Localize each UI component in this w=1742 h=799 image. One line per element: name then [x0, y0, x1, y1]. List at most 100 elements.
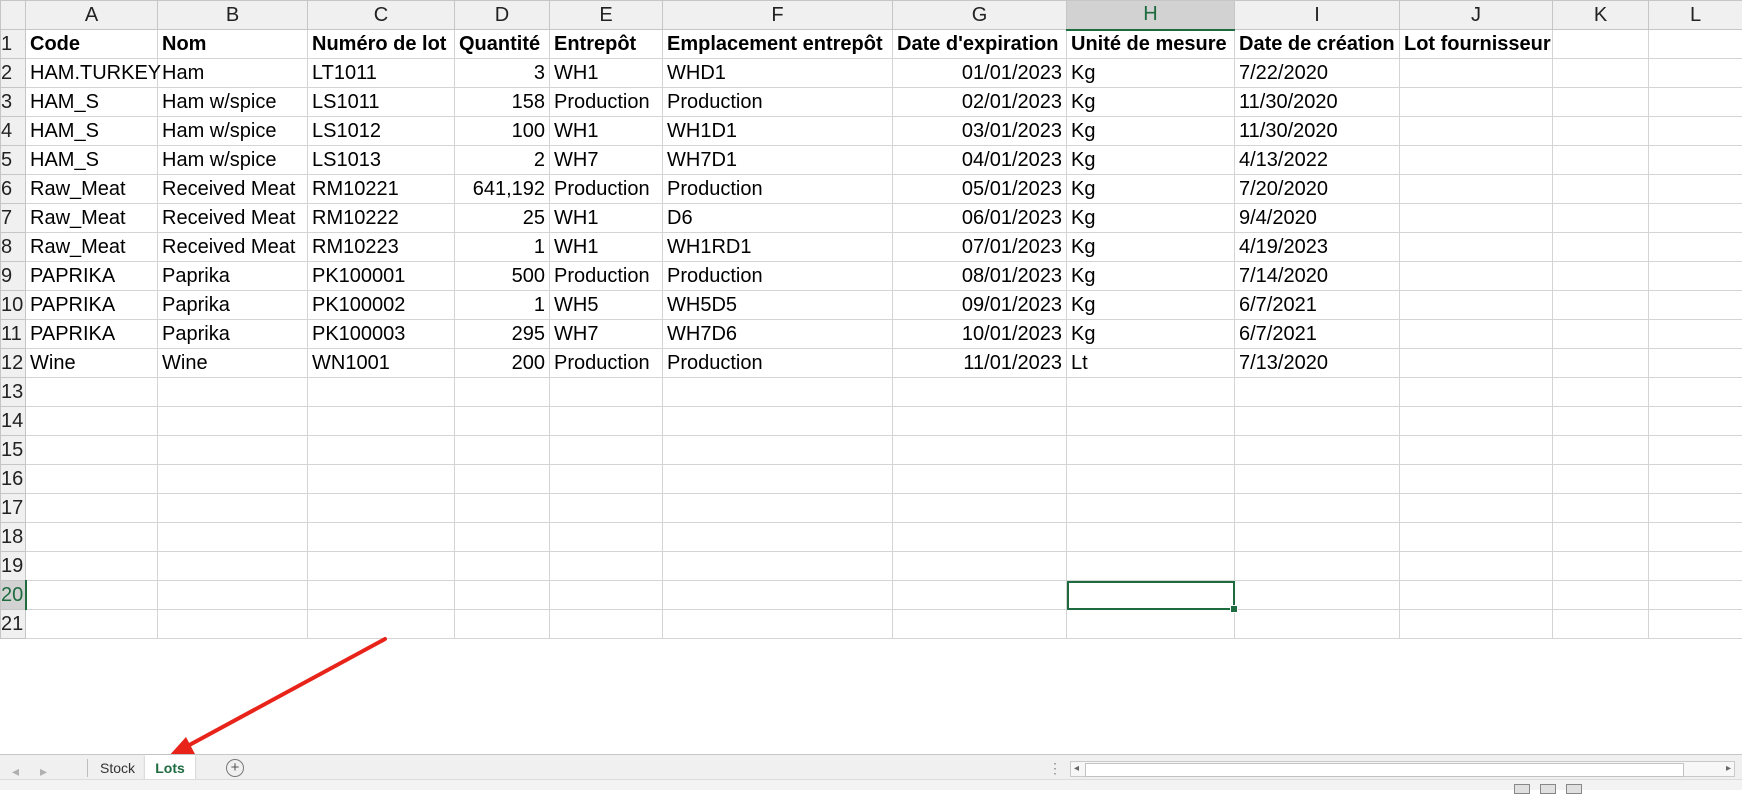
- page-layout-view-icon[interactable]: [1540, 784, 1556, 794]
- cell-f14[interactable]: [663, 407, 893, 436]
- cell-d11[interactable]: 295: [455, 320, 550, 349]
- cell-j14[interactable]: [1400, 407, 1553, 436]
- cell-j3[interactable]: [1400, 88, 1553, 117]
- cell-b8[interactable]: Received Meat: [158, 233, 308, 262]
- cell-k20[interactable]: [1553, 581, 1649, 610]
- caret-left-icon[interactable]: ◂: [12, 763, 19, 780]
- column-header-f[interactable]: F: [663, 1, 893, 30]
- cell-a2[interactable]: HAM.TURKEY: [26, 59, 158, 88]
- cell-d20[interactable]: [455, 581, 550, 610]
- cell-l14[interactable]: [1649, 407, 1742, 436]
- cell-j5[interactable]: [1400, 146, 1553, 175]
- cell-c21[interactable]: [308, 610, 455, 639]
- cell-h8[interactable]: Kg: [1067, 233, 1235, 262]
- cell-j11[interactable]: [1400, 320, 1553, 349]
- cell-b9[interactable]: Paprika: [158, 262, 308, 291]
- cell-a20[interactable]: [26, 581, 158, 610]
- cell-a4[interactable]: HAM_S: [26, 117, 158, 146]
- cell-b12[interactable]: Wine: [158, 349, 308, 378]
- cell-g7[interactable]: 06/01/2023: [893, 204, 1067, 233]
- cell-g3[interactable]: 02/01/2023: [893, 88, 1067, 117]
- cell-i8[interactable]: 4/19/2023: [1235, 233, 1400, 262]
- cell-b11[interactable]: Paprika: [158, 320, 308, 349]
- cell-j6[interactable]: [1400, 175, 1553, 204]
- cell-h1[interactable]: Unité de mesure: [1067, 30, 1235, 59]
- cell-b20[interactable]: [158, 581, 308, 610]
- cell-c5[interactable]: LS1013: [308, 146, 455, 175]
- cell-f21[interactable]: [663, 610, 893, 639]
- cell-d13[interactable]: [455, 378, 550, 407]
- cell-b17[interactable]: [158, 494, 308, 523]
- cell-a14[interactable]: [26, 407, 158, 436]
- cell-l4[interactable]: [1649, 117, 1742, 146]
- row-header[interactable]: 2: [1, 59, 26, 88]
- column-header-c[interactable]: C: [308, 1, 455, 30]
- cell-g4[interactable]: 03/01/2023: [893, 117, 1067, 146]
- cell-i1[interactable]: Date de création: [1235, 30, 1400, 59]
- column-header-a[interactable]: A: [26, 1, 158, 30]
- cell-j4[interactable]: [1400, 117, 1553, 146]
- cell-i20[interactable]: [1235, 581, 1400, 610]
- cell-g9[interactable]: 08/01/2023: [893, 262, 1067, 291]
- cell-d15[interactable]: [455, 436, 550, 465]
- cell-h6[interactable]: Kg: [1067, 175, 1235, 204]
- cell-f10[interactable]: WH5D5: [663, 291, 893, 320]
- cell-k18[interactable]: [1553, 523, 1649, 552]
- cell-c15[interactable]: [308, 436, 455, 465]
- scroll-right-icon[interactable]: ▸: [1726, 762, 1731, 776]
- cell-d2[interactable]: 3: [455, 59, 550, 88]
- row-header[interactable]: 8: [1, 233, 26, 262]
- cell-l18[interactable]: [1649, 523, 1742, 552]
- cell-e12[interactable]: Production: [550, 349, 663, 378]
- cell-j7[interactable]: [1400, 204, 1553, 233]
- cell-l19[interactable]: [1649, 552, 1742, 581]
- cell-d9[interactable]: 500: [455, 262, 550, 291]
- cell-e15[interactable]: [550, 436, 663, 465]
- cell-c18[interactable]: [308, 523, 455, 552]
- select-all-corner[interactable]: [1, 1, 26, 30]
- page-break-view-icon[interactable]: [1566, 784, 1582, 794]
- cell-e16[interactable]: [550, 465, 663, 494]
- cell-i17[interactable]: [1235, 494, 1400, 523]
- cell-b21[interactable]: [158, 610, 308, 639]
- cell-b14[interactable]: [158, 407, 308, 436]
- scrollbar-thumb[interactable]: [1085, 763, 1684, 777]
- cell-d6[interactable]: 641,192: [455, 175, 550, 204]
- row-header[interactable]: 15: [1, 436, 26, 465]
- cell-b19[interactable]: [158, 552, 308, 581]
- cell-g13[interactable]: [893, 378, 1067, 407]
- cell-h5[interactable]: Kg: [1067, 146, 1235, 175]
- cell-d1[interactable]: Quantité: [455, 30, 550, 59]
- cell-a10[interactable]: PAPRIKA: [26, 291, 158, 320]
- cell-i9[interactable]: 7/14/2020: [1235, 262, 1400, 291]
- cell-e19[interactable]: [550, 552, 663, 581]
- cell-b13[interactable]: [158, 378, 308, 407]
- column-header-g[interactable]: G: [893, 1, 1067, 30]
- cell-h19[interactable]: [1067, 552, 1235, 581]
- cell-i21[interactable]: [1235, 610, 1400, 639]
- plus-circle-icon[interactable]: +: [226, 759, 244, 777]
- cell-l7[interactable]: [1649, 204, 1742, 233]
- cell-k1[interactable]: [1553, 30, 1649, 59]
- cell-d4[interactable]: 100: [455, 117, 550, 146]
- cell-b5[interactable]: Ham w/spice: [158, 146, 308, 175]
- cell-h7[interactable]: Kg: [1067, 204, 1235, 233]
- cell-a18[interactable]: [26, 523, 158, 552]
- cell-b4[interactable]: Ham w/spice: [158, 117, 308, 146]
- cell-c20[interactable]: [308, 581, 455, 610]
- cell-e8[interactable]: WH1: [550, 233, 663, 262]
- cell-l12[interactable]: [1649, 349, 1742, 378]
- cell-l21[interactable]: [1649, 610, 1742, 639]
- cell-h16[interactable]: [1067, 465, 1235, 494]
- cell-b16[interactable]: [158, 465, 308, 494]
- cell-c7[interactable]: RM10222: [308, 204, 455, 233]
- cell-g12[interactable]: 11/01/2023: [893, 349, 1067, 378]
- cell-j12[interactable]: [1400, 349, 1553, 378]
- row-header[interactable]: 6: [1, 175, 26, 204]
- cell-l20[interactable]: [1649, 581, 1742, 610]
- cell-g6[interactable]: 05/01/2023: [893, 175, 1067, 204]
- cell-k17[interactable]: [1553, 494, 1649, 523]
- cell-g1[interactable]: Date d'expiration: [893, 30, 1067, 59]
- cell-f11[interactable]: WH7D6: [663, 320, 893, 349]
- cell-e1[interactable]: Entrepôt: [550, 30, 663, 59]
